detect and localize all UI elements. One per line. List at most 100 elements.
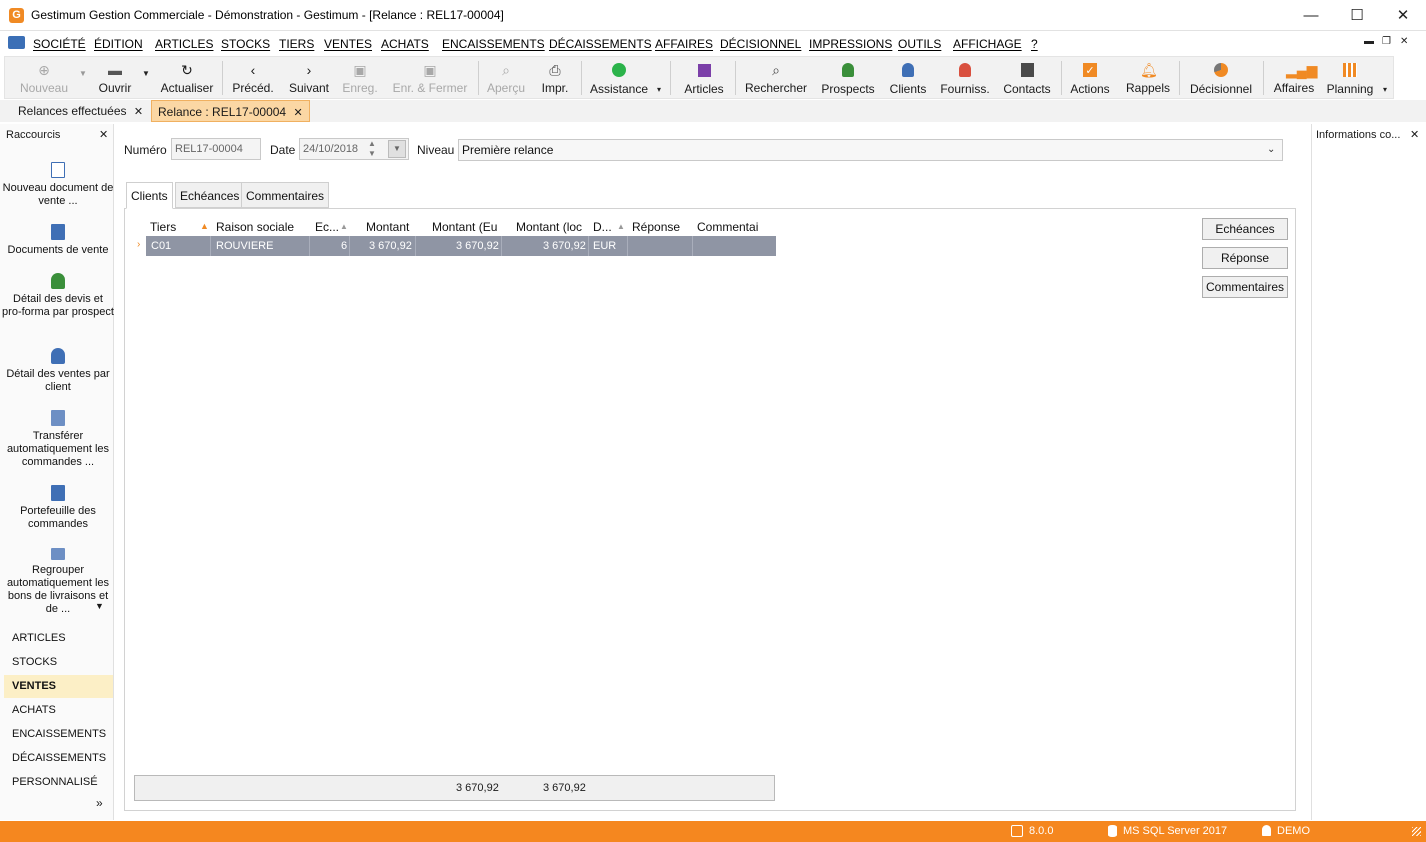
affaires-button[interactable]: ▂▄▆ Affaires xyxy=(1269,57,1319,99)
menu-articles[interactable]: ARTICLES xyxy=(155,37,213,51)
close-icon[interactable]: ✕ xyxy=(134,106,143,118)
actions-button[interactable]: ✓ Actions xyxy=(1067,57,1113,99)
mdi-restore-button[interactable]: ❐ xyxy=(1382,36,1391,47)
col-commentaire[interactable]: Commentai xyxy=(697,220,758,234)
col-tiers[interactable]: Tiers xyxy=(150,220,176,234)
articles-icon xyxy=(697,64,711,77)
shortcuts-panel: Raccourcis ✕ Nouveau document de vente .… xyxy=(0,124,114,820)
doc-tab-relances[interactable]: Relances effectuées ✕ xyxy=(12,100,149,122)
menu-achats[interactable]: ACHATS xyxy=(381,37,429,51)
menu-decaissements[interactable]: DÉCAISSEMENTS xyxy=(549,37,652,51)
ouvrir-dropdown-icon[interactable]: ▼ xyxy=(142,69,150,78)
apercu-button[interactable]: ⌕ Aperçu xyxy=(485,57,527,99)
prospects-button[interactable]: Prospects xyxy=(817,57,879,99)
toolbar-separator xyxy=(670,61,671,95)
nav-articles[interactable]: ARTICLES xyxy=(4,627,113,650)
doc-tab-relance-active[interactable]: Relance : REL17-00004 ✕ xyxy=(151,100,310,122)
nav-encaissements[interactable]: ENCAISSEMENTS xyxy=(4,723,113,746)
numero-field[interactable]: REL17-00004 xyxy=(171,138,261,160)
actualiser-button[interactable]: ↻ Actualiser xyxy=(157,57,217,99)
close-icon[interactable]: ✕ xyxy=(99,128,108,141)
print-icon: ⎙ xyxy=(549,62,561,78)
menu-help[interactable]: ? xyxy=(1031,37,1038,51)
nav-ventes[interactable]: VENTES xyxy=(4,675,113,698)
rechercher-button[interactable]: ⌕ Rechercher xyxy=(741,57,811,99)
mail-icon[interactable] xyxy=(8,36,25,49)
tab-echeances[interactable]: Echéances xyxy=(175,182,245,208)
menu-affaires[interactable]: AFFAIRES xyxy=(655,37,713,51)
info-panel: Informations co... ✕ xyxy=(1311,124,1426,820)
assistance-button[interactable]: Assistance xyxy=(587,57,651,99)
menu-decisionnel[interactable]: DÉCISIONNEL xyxy=(720,37,801,51)
impr-button[interactable]: ⎙ Impr. xyxy=(535,57,575,99)
decisionnel-button[interactable]: Décisionnel xyxy=(1185,57,1257,99)
calendar-dropdown-icon[interactable]: ▼ xyxy=(388,140,406,158)
rappels-button[interactable]: 🔔︎ Rappels xyxy=(1123,57,1173,99)
shortcut-transferer-commandes[interactable]: Transférer automatiquement les commandes… xyxy=(2,410,114,469)
col-echeances[interactable]: Ec... xyxy=(315,220,339,234)
menu-outils[interactable]: OUTILS xyxy=(898,37,941,51)
contacts-button[interactable]: Contacts xyxy=(999,57,1055,99)
col-reponse[interactable]: Réponse xyxy=(632,220,680,234)
niveau-select[interactable]: Première relance ⌄ xyxy=(458,139,1283,161)
commentaires-button[interactable]: Commentaires xyxy=(1202,276,1288,298)
toolbar-overflow-icon[interactable]: ▾ xyxy=(1383,85,1387,94)
close-icon[interactable]: ✕ xyxy=(1410,128,1419,141)
spin-icon[interactable]: ▲ ▼ xyxy=(368,139,376,159)
nouveau-dropdown-icon[interactable]: ▼ xyxy=(79,69,87,78)
scroll-down-icon[interactable]: ▼ xyxy=(95,601,104,611)
menu-ventes[interactable]: VENTES xyxy=(324,37,372,51)
col-raison-sociale[interactable]: Raison sociale xyxy=(216,220,294,234)
tab-clients[interactable]: Clients xyxy=(126,182,173,209)
toolbar-separator xyxy=(581,61,582,95)
footer-montant-loc: 3 670,92 xyxy=(543,782,586,794)
articles-button[interactable]: Articles xyxy=(679,57,729,99)
date-field[interactable]: 24/10/2018 ▲ ▼ ▼ xyxy=(299,138,409,160)
menu-edition[interactable]: ÉDITION xyxy=(94,37,143,51)
menu-societe[interactable]: SOCIÉTÉ xyxy=(33,37,86,51)
resize-grip-icon[interactable] xyxy=(1412,827,1421,836)
tab-commentaires[interactable]: Commentaires xyxy=(241,182,330,208)
menu-affichage[interactable]: AFFICHAGE xyxy=(953,37,1022,51)
col-montant-loc[interactable]: Montant (loc xyxy=(516,220,582,234)
shortcut-documents-vente[interactable]: Documents de vente xyxy=(2,224,114,257)
mdi-minimize-button[interactable]: ▬ xyxy=(1364,36,1374,47)
col-devise[interactable]: D... xyxy=(593,220,612,234)
minimize-button[interactable]: — xyxy=(1288,0,1334,31)
maximize-button[interactable]: ☐ xyxy=(1334,0,1380,31)
col-montant-eu[interactable]: Montant (Eu xyxy=(432,220,497,234)
toolbar-overflow-icon[interactable]: ▾ xyxy=(657,85,661,94)
shortcut-nouveau-document[interactable]: Nouveau document de vente ... xyxy=(2,162,114,208)
nav-decaissements[interactable]: DÉCAISSEMENTS xyxy=(4,747,113,770)
echeances-button[interactable]: Echéances xyxy=(1202,218,1288,240)
close-window-button[interactable]: ✕ xyxy=(1380,0,1426,31)
enreg-button[interactable]: ▣ Enreg. xyxy=(339,57,381,99)
sort-asc-icon: ▲ xyxy=(200,221,209,231)
shortcut-detail-ventes[interactable]: Détail des ventes par client xyxy=(2,348,114,394)
reponse-button[interactable]: Réponse xyxy=(1202,247,1288,269)
menu-stocks[interactable]: STOCKS xyxy=(221,37,270,51)
nav-stocks[interactable]: STOCKS xyxy=(4,651,113,674)
menu-encaissements[interactable]: ENCAISSEMENTS xyxy=(442,37,545,51)
nav-achats[interactable]: ACHATS xyxy=(4,699,113,722)
suivant-button[interactable]: › Suivant xyxy=(285,57,333,99)
cell-divider xyxy=(309,236,310,256)
nouveau-button[interactable]: ⊕ Nouveau xyxy=(15,57,73,99)
fourniss-button[interactable]: Fourniss. xyxy=(937,57,993,99)
planning-button[interactable]: Planning xyxy=(1323,57,1377,99)
mdi-close-button[interactable]: ✕ xyxy=(1400,36,1408,47)
shortcut-portefeuille[interactable]: Portefeuille des commandes xyxy=(2,485,114,531)
ouvrir-button[interactable]: ▬ Ouvrir xyxy=(93,57,137,99)
more-icon[interactable]: » xyxy=(96,796,103,810)
menu-tiers[interactable]: TIERS xyxy=(279,37,314,51)
menu-impressions[interactable]: IMPRESSIONS xyxy=(809,37,892,51)
col-montant[interactable]: Montant xyxy=(366,220,409,234)
enr-fermer-button[interactable]: ▣ Enr. & Fermer xyxy=(389,57,471,99)
clients-button[interactable]: Clients xyxy=(885,57,931,99)
nav-personnalise[interactable]: PERSONNALISÉ xyxy=(4,771,113,794)
chevron-down-icon: ⌄ xyxy=(1267,144,1276,155)
preced-button[interactable]: ‹ Précéd. xyxy=(229,57,277,99)
save-icon: ▣ xyxy=(353,62,367,78)
shortcut-detail-devis[interactable]: Détail des devis et pro-forma par prospe… xyxy=(2,273,114,319)
close-icon[interactable]: ✕ xyxy=(293,107,302,119)
